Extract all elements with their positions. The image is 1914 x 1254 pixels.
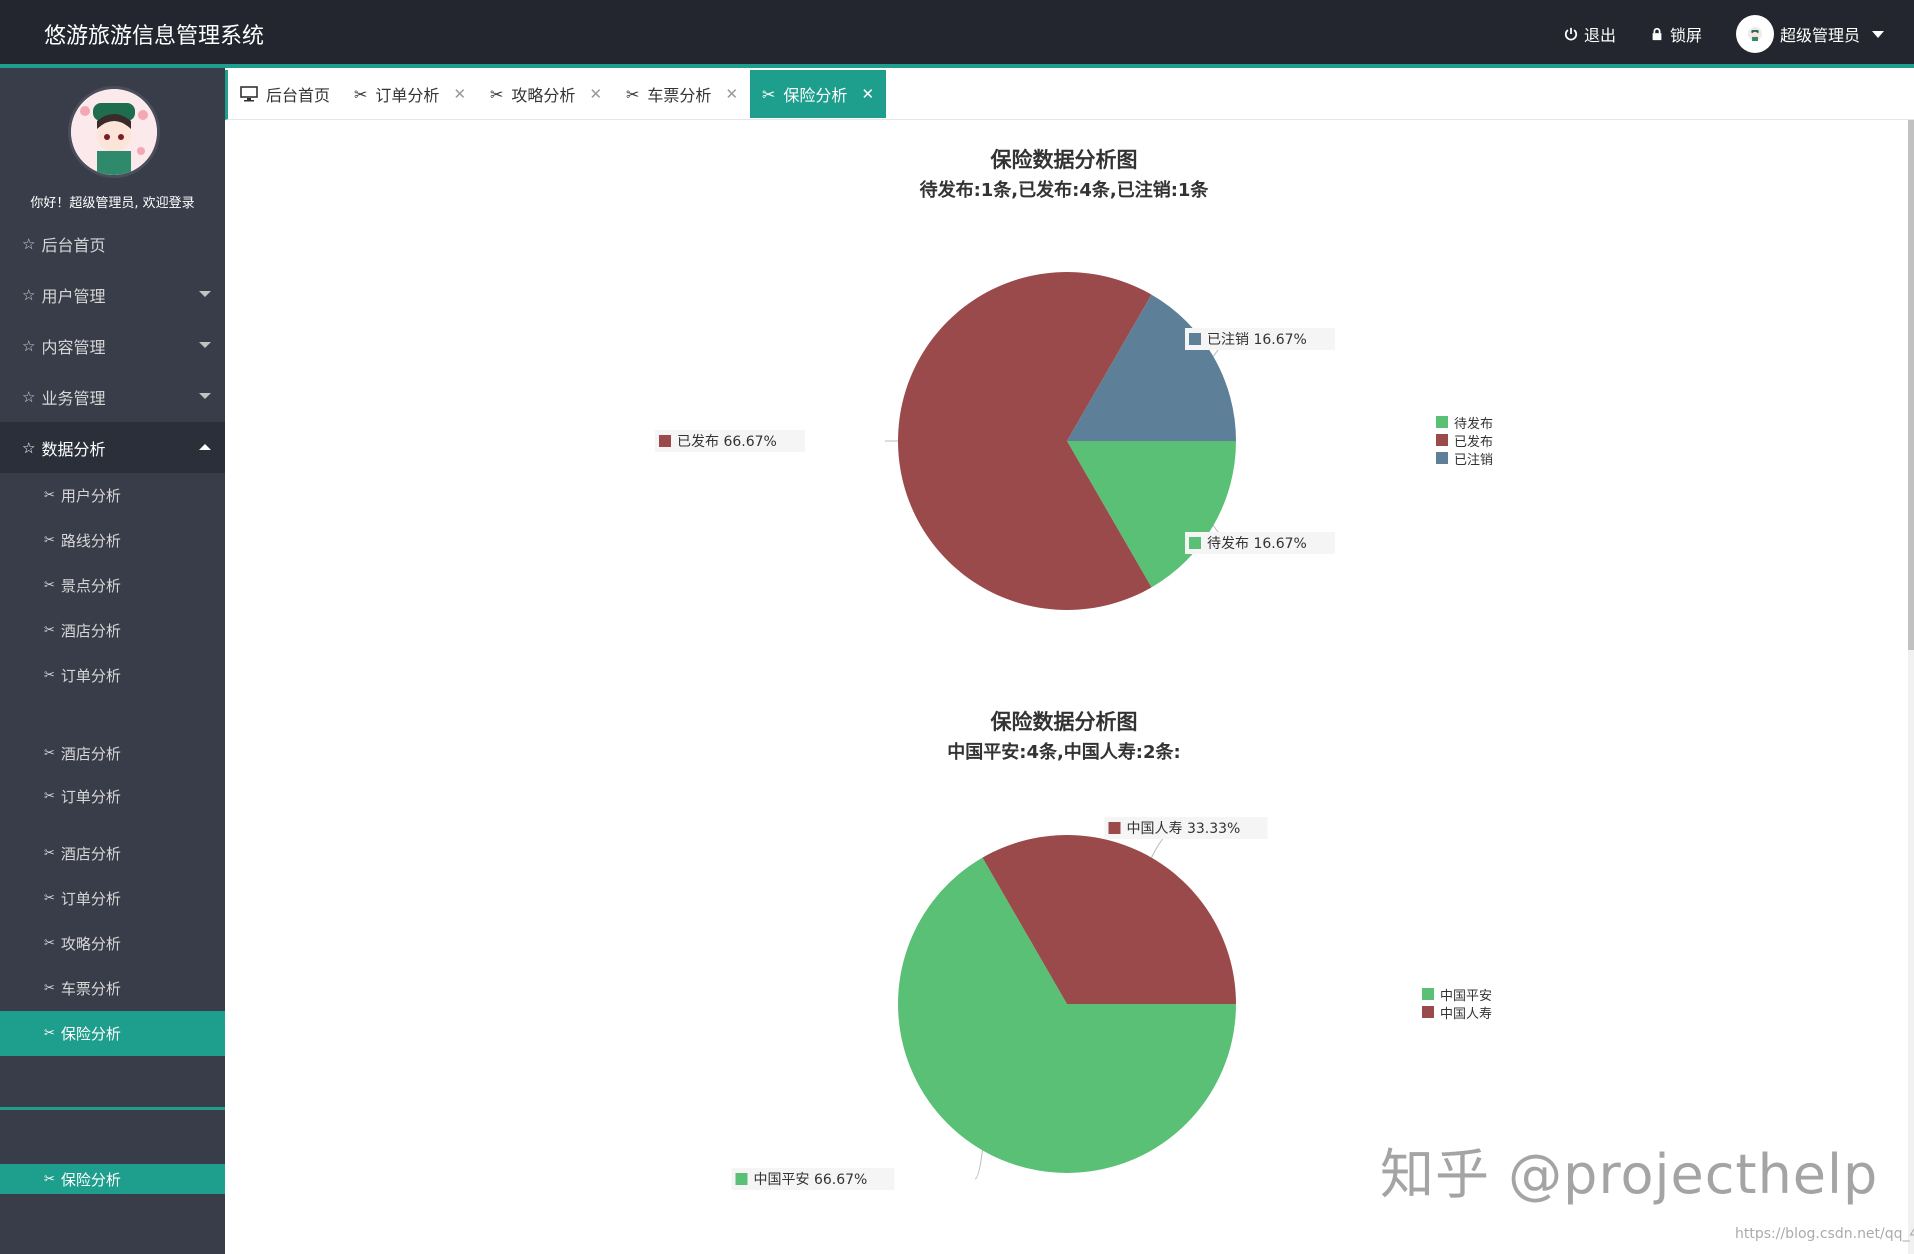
chart-1-label-swatch-0	[1189, 537, 1201, 549]
chart-1-data-label-2: 已注销 16.67%	[1207, 332, 1307, 348]
chart-2-legend-item[interactable]: 中国人寿	[1422, 1003, 1493, 1022]
chart-2-legend: 中国平安 中国人寿	[1422, 985, 1493, 1022]
chart-1-legend-item[interactable]: 已发布	[1436, 431, 1494, 450]
legend-swatch	[1422, 988, 1434, 1000]
legend-label: 待发布	[1454, 416, 1494, 432]
legend-swatch	[1422, 1006, 1434, 1018]
pie-charts: 待发布 16.67% 已发布 66.67% 已注销 16.67% 中国平安 66.67…	[655, 271, 1335, 1190]
legend-swatch	[1436, 416, 1448, 428]
chart-1-data-label-1: 已发布 66.67%	[677, 434, 777, 450]
watermark: 知乎 @projecthelp	[1380, 1143, 1879, 1206]
legend-label: 已发布	[1454, 434, 1494, 450]
chart-2-data-label-1: 中国人寿 33.33%	[1127, 820, 1241, 837]
legend-swatch	[1436, 434, 1448, 446]
chart-2-label-swatch-0	[735, 1173, 748, 1185]
legend-label: 中国人寿	[1440, 1006, 1493, 1022]
source-url: https://blog.csdn.net/qq_42526471	[1735, 1226, 1914, 1242]
chart-2-leader-line-0	[974, 1150, 983, 1180]
chart-1-legend-item[interactable]: 已注销	[1436, 449, 1494, 468]
legend-label: 已注销	[1454, 452, 1494, 468]
chart-1-label-swatch-1	[659, 435, 671, 447]
chart-1-legend: 待发布 已发布 已注销	[1436, 413, 1494, 468]
chart-2-label-swatch-1	[1108, 822, 1121, 834]
chart-1-data-label-0: 待发布 16.67%	[1207, 536, 1307, 552]
chart-2-data-label-0: 中国平安 66.67%	[754, 1172, 868, 1188]
chart-2-legend-item[interactable]: 中国平安	[1422, 985, 1493, 1004]
legend-swatch	[1436, 452, 1448, 464]
chart-1-label-swatch-2	[1189, 333, 1201, 345]
legend-label: 中国平安	[1440, 988, 1493, 1004]
chart-1-legend-item[interactable]: 待发布	[1436, 413, 1494, 432]
